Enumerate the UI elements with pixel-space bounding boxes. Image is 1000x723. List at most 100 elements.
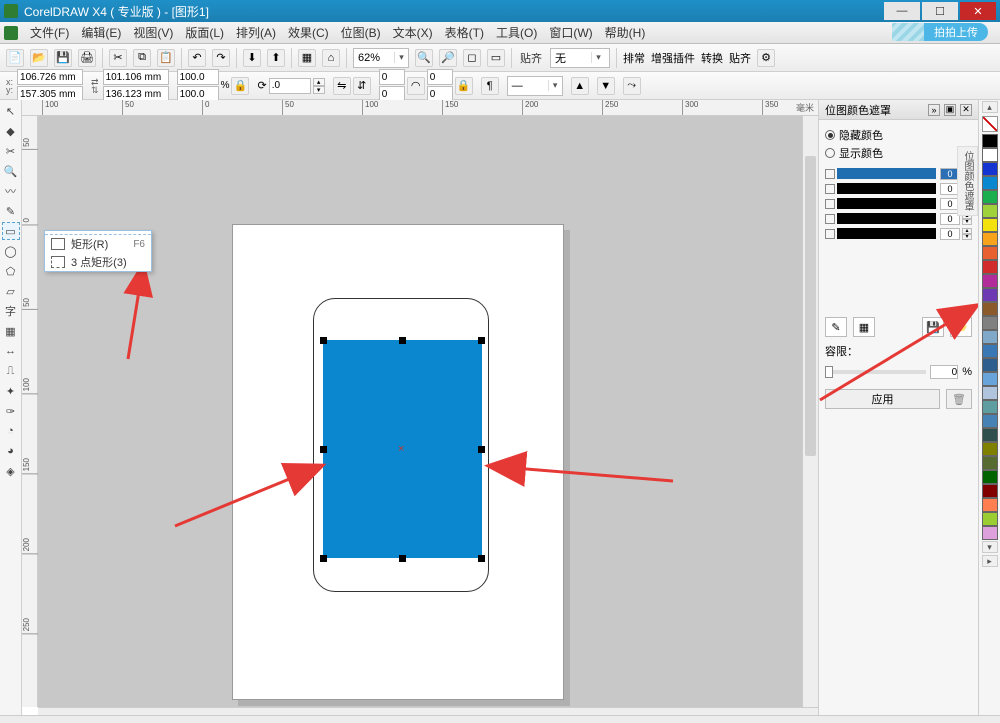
rectangle-tool[interactable]: ▭ [2,222,20,240]
open-mask-button[interactable]: 📂 [950,317,972,337]
palette-swatch-24[interactable] [982,470,998,484]
menu-text[interactable]: 文本(X) [387,22,439,43]
copy-button[interactable]: ⧉ [133,49,151,67]
rotate-input[interactable] [269,78,311,94]
menu-effects[interactable]: 效果(C) [282,22,335,43]
no-color-swatch[interactable] [982,116,998,132]
palette-swatch-22[interactable] [982,442,998,456]
scale-x-input[interactable] [177,69,219,85]
color-row-3[interactable]: 0▴▾ [825,211,972,226]
edit-color-button[interactable]: ▦ [853,317,875,337]
corner-lock-button[interactable]: 🔒 [455,77,473,95]
palette-swatch-15[interactable] [982,344,998,358]
palette-swatch-2[interactable] [982,162,998,176]
palette-swatch-6[interactable] [982,218,998,232]
ruler-vertical[interactable]: 50 0 50 100 150 200 250 [22,116,38,707]
docker-tab[interactable]: 位图颜色遮罩 [957,146,978,216]
menu-tools[interactable]: 工具(O) [490,22,543,43]
paste-button[interactable]: 📋 [157,49,175,67]
scroll-thumb[interactable] [805,156,816,456]
slider-knob[interactable] [825,366,833,378]
sel-handle-tl[interactable] [320,337,327,344]
palette-swatch-27[interactable] [982,512,998,526]
palette-scroll-down[interactable]: ▾ [982,541,998,553]
palette-flyout-button[interactable]: ▸ [982,555,998,567]
new-button[interactable]: 📄 [6,49,24,67]
convert-curve-button[interactable]: ⤳ [623,77,641,95]
zoom-tool[interactable]: 🔍 [2,162,20,180]
smart-fill-tool[interactable]: ✎ [2,202,20,220]
menu-table[interactable]: 表格(T) [439,22,490,43]
lock-ratio-button[interactable]: 🔒 [231,77,249,95]
zoom-combo[interactable]: 62% ▾ [353,48,409,68]
palette-swatch-13[interactable] [982,316,998,330]
redo-button[interactable]: ↷ [212,49,230,67]
to-back-button[interactable]: ▼ [597,77,615,95]
tolerance-slider[interactable] [825,370,926,374]
palette-swatch-20[interactable] [982,414,998,428]
open-button[interactable]: 📂 [30,49,48,67]
welcome-button[interactable]: ⌂ [322,49,340,67]
close-button[interactable]: ✕ [960,2,996,20]
interactive-fill-tool[interactable]: ◈ [2,462,20,480]
crop-tool[interactable]: ✂ [2,142,20,160]
group-zhuanhuan[interactable]: 转换 [701,50,723,66]
width-input[interactable] [103,69,169,85]
table-tool[interactable]: ▦ [2,322,20,340]
group-paichang[interactable]: 排常 [623,50,645,66]
outline-combo[interactable]: —▾ [507,76,563,96]
dimension-tool[interactable]: ↔ [2,342,20,360]
palette-swatch-8[interactable] [982,246,998,260]
cut-button[interactable]: ✂ [109,49,127,67]
zoom-in-button[interactable]: 🔍 [415,49,433,67]
palette-swatch-10[interactable] [982,274,998,288]
corner-tr-input[interactable] [427,69,453,85]
zoom-out-button[interactable]: 🔎 [439,49,457,67]
color-row-2[interactable]: 0▴▾ [825,196,972,211]
palette-swatch-0[interactable] [982,134,998,148]
sel-handle-bm[interactable] [399,555,406,562]
palette-swatch-7[interactable] [982,232,998,246]
sel-handle-tr[interactable] [478,337,485,344]
minimize-button[interactable]: — [884,2,920,20]
sel-handle-tm[interactable] [399,337,406,344]
undo-button[interactable]: ↶ [188,49,206,67]
color-row-4[interactable]: 0▴▾ [825,226,972,241]
palette-swatch-19[interactable] [982,400,998,414]
hide-color-radio[interactable]: 隐藏颜色 [825,126,972,144]
to-front-button[interactable]: ▲ [571,77,589,95]
palette-swatch-1[interactable] [982,148,998,162]
palette-swatch-14[interactable] [982,330,998,344]
scrollbar-vertical[interactable] [802,116,818,707]
ellipse-tool[interactable]: ◯ [2,242,20,260]
palette-swatch-11[interactable] [982,288,998,302]
delete-mask-button[interactable]: 🗑 [946,389,972,409]
menu-file[interactable]: 文件(F) [24,22,75,43]
freehand-tool[interactable]: 〰 [2,182,20,200]
show-color-radio[interactable]: 显示颜色 [825,144,972,162]
sel-handle-br[interactable] [478,555,485,562]
interactive-tool[interactable]: ✦ [2,382,20,400]
menu-arrange[interactable]: 排列(A) [230,22,282,43]
palette-swatch-17[interactable] [982,372,998,386]
export-button[interactable]: ⬆ [267,49,285,67]
palette-swatch-12[interactable] [982,302,998,316]
group-tieqi[interactable]: 贴齐 [729,50,751,66]
canvas[interactable]: × [38,116,818,707]
menu-window[interactable]: 窗口(W) [543,22,598,43]
eyedropper-button[interactable]: ✎ [825,317,847,337]
palette-swatch-26[interactable] [982,498,998,512]
docker-collapse-button[interactable]: » [928,104,940,116]
palette-swatch-16[interactable] [982,358,998,372]
docker-close-button[interactable]: ✕ [960,104,972,116]
palette-swatch-18[interactable] [982,386,998,400]
zoom-page-button[interactable]: ▭ [487,49,505,67]
menu-edit[interactable]: 编辑(E) [75,22,127,43]
palette-scroll-up[interactable]: ▴ [982,101,998,113]
outline-tool[interactable]: ◔ [2,422,20,440]
corner-tl-input[interactable] [379,69,405,85]
connector-tool[interactable]: ⎍ [2,362,20,380]
basic-shapes-tool[interactable]: ▱ [2,282,20,300]
palette-swatch-5[interactable] [982,204,998,218]
text-tool[interactable]: 字 [2,302,20,320]
